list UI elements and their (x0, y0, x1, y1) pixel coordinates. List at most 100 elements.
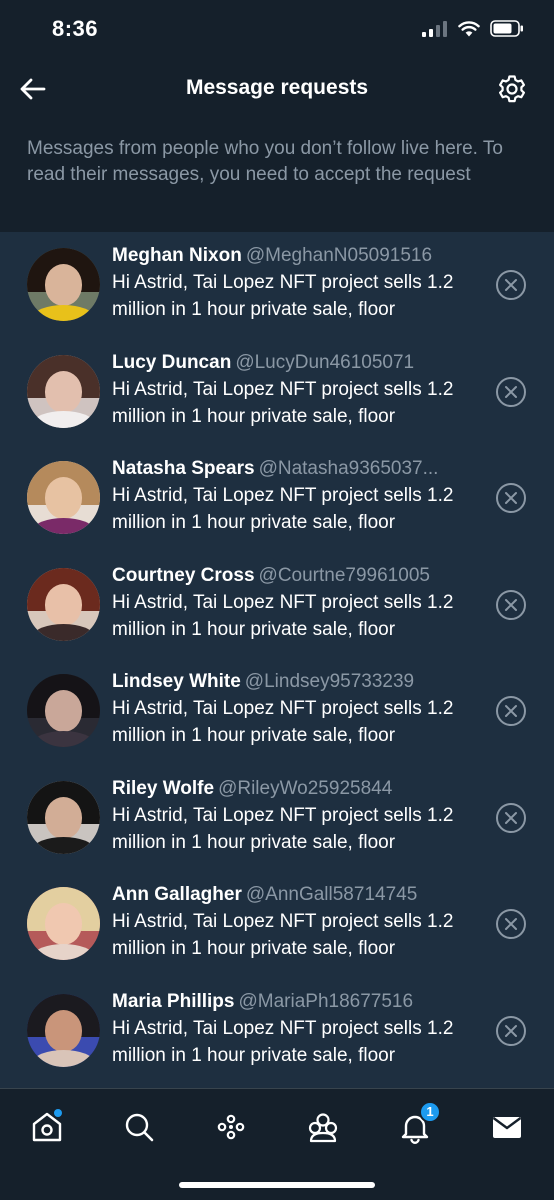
close-icon (505, 598, 517, 611)
message-preview: Hi Astrid, Tai Lopez NFT project sells 1… (112, 804, 454, 853)
dismiss-button[interactable] (496, 696, 526, 726)
avatar[interactable] (27, 780, 100, 854)
close-icon (505, 811, 517, 824)
status-icons (422, 20, 524, 37)
message-request-row[interactable]: Natasha Spears @Natasha9365037... Hi Astri… (0, 445, 554, 552)
request-header: Lindsey White @Lindsey95733239 (112, 669, 484, 695)
request-header: Riley Wolfe @RileyWo25925844 (112, 776, 484, 802)
dismiss-button[interactable] (496, 802, 526, 833)
avatar-face (44, 370, 83, 413)
dismiss-button[interactable] (496, 1015, 526, 1046)
sender-name: Lucy Duncan (112, 351, 232, 373)
close-icon (505, 1024, 517, 1037)
dismiss-button[interactable] (496, 270, 526, 300)
request-text: Maria Phillips @MariaPh18677516 Hi Astrid,… (112, 989, 484, 1069)
page-title: Message requests (185, 76, 369, 99)
message-request-row[interactable]: Meghan Nixon @MeghanN05091516 Hi Astrid, T… (0, 232, 554, 339)
nav-communities[interactable] (303, 1107, 343, 1147)
avatar-face (44, 583, 83, 626)
avatar[interactable] (27, 887, 100, 960)
home-indicator (179, 1182, 375, 1188)
avatar[interactable] (27, 567, 100, 641)
request-header: Lucy Duncan @LucyDun46105071 (112, 350, 484, 376)
close-icon (505, 705, 517, 717)
sender-handle: @Natasha9365037... (258, 458, 439, 479)
close-icon (505, 492, 517, 504)
avatar[interactable] (27, 674, 100, 747)
message-request-row[interactable]: Lindsey White @Lindsey95733239 Hi Astrid, … (0, 658, 554, 765)
message-request-row[interactable]: Riley Wolfe @RileyWo25925844 Hi Astrid, Ta… (0, 765, 554, 872)
request-text: Courtney Cross @Courtne79961005 Hi Astrid,… (112, 563, 484, 643)
status-bar: 8:36 (0, 0, 554, 60)
message-request-row[interactable]: Ann Gallagher @AnnGall58714745 Hi Astrid, … (0, 871, 554, 978)
search-icon (125, 1113, 154, 1142)
request-text: Meghan Nixon @MeghanN05091516 Hi Astrid, T… (112, 243, 484, 323)
notifications-badge: 1 (419, 1101, 441, 1123)
avatar-body (32, 837, 95, 854)
dismiss-button[interactable] (496, 909, 526, 939)
sender-name: Ann Gallagher (112, 884, 242, 905)
message-request-row[interactable]: Maria Phillips @MariaPh18677516 Hi Astrid,… (0, 978, 554, 1085)
spaces-icon (217, 1114, 245, 1140)
request-header: Natasha Spears @Natasha9365037... (112, 456, 484, 482)
info-text: Messages from people who you don’t follo… (27, 138, 503, 185)
sender-handle: @LucyDun46105071 (235, 351, 415, 373)
avatar[interactable] (27, 248, 100, 321)
avatar-body (32, 517, 95, 534)
avatar-face (44, 796, 83, 839)
battery-icon (490, 20, 523, 37)
avatar-body (32, 304, 95, 321)
communities-icon (308, 1113, 338, 1143)
avatar[interactable] (27, 993, 100, 1067)
avatar-face (44, 690, 83, 733)
avatar-body (32, 943, 95, 960)
avatar-face (44, 1009, 83, 1052)
sender-handle: @Courtne79961005 (258, 564, 430, 586)
message-preview: Hi Astrid, Tai Lopez NFT project sells 1… (112, 485, 454, 533)
nav-search[interactable] (119, 1107, 159, 1147)
message-preview: Hi Astrid, Tai Lopez NFT project sells 1… (112, 591, 454, 640)
request-text: Riley Wolfe @RileyWo25925844 Hi Astrid, Ta… (112, 776, 484, 856)
sender-name: Meghan Nixon (112, 245, 242, 266)
nav-messages[interactable] (487, 1107, 527, 1147)
nav-notifications[interactable]: 1 (395, 1101, 441, 1147)
avatar-face (44, 264, 83, 307)
gear-icon (499, 75, 525, 103)
message-request-row[interactable]: Lucy Duncan @LucyDun46105071 Hi Astrid, Ta… (0, 339, 554, 446)
message-preview: Hi Astrid, Tai Lopez NFT project sells 1… (112, 1017, 454, 1066)
cellular-signal-icon (422, 20, 447, 37)
request-text: Natasha Spears @Natasha9365037... Hi Astri… (112, 456, 484, 536)
avatar-body (32, 411, 95, 428)
avatar[interactable] (27, 461, 100, 534)
avatar-body (32, 1050, 95, 1067)
screen: 8:36 Message requests Messages from peop… (0, 0, 554, 1200)
request-header: Courtney Cross @Courtne79961005 (112, 563, 484, 589)
request-header: Maria Phillips @MariaPh18677516 (112, 989, 484, 1015)
avatar-face (44, 903, 83, 946)
nav-spaces[interactable] (211, 1107, 251, 1147)
message-request-row[interactable]: Courtney Cross @Courtne79961005 Hi Astrid,… (0, 552, 554, 659)
message-requests-list: Meghan Nixon @MeghanN05091516 Hi Astrid, T… (0, 232, 554, 1088)
sender-handle: @MariaPh18677516 (238, 990, 414, 1012)
request-text: Lindsey White @Lindsey95733239 Hi Astrid, … (112, 669, 484, 749)
nav-home[interactable] (27, 1107, 67, 1147)
settings-button[interactable] (496, 73, 528, 105)
message-preview: Hi Astrid, Tai Lopez NFT project sells 1… (112, 378, 454, 427)
dismiss-button[interactable] (496, 376, 526, 407)
sender-handle: @AnnGall58714745 (245, 884, 418, 905)
message-preview: Hi Astrid, Tai Lopez NFT project sells 1… (112, 698, 454, 746)
sender-handle: @RileyWo25925844 (218, 777, 393, 799)
home-unread-dot (54, 1109, 62, 1117)
sender-handle: @MeghanN05091516 (245, 245, 433, 266)
dismiss-button[interactable] (496, 589, 526, 620)
avatar-body (32, 730, 95, 747)
request-header: Meghan Nixon @MeghanN05091516 (112, 243, 484, 269)
close-icon (505, 279, 517, 291)
avatar-body (32, 624, 95, 641)
status-time: 8:36 (52, 16, 99, 41)
wifi-icon (458, 20, 480, 36)
close-icon (505, 385, 517, 398)
request-header: Ann Gallagher @AnnGall58714745 (112, 882, 484, 908)
avatar[interactable] (27, 354, 100, 428)
dismiss-button[interactable] (496, 483, 526, 513)
